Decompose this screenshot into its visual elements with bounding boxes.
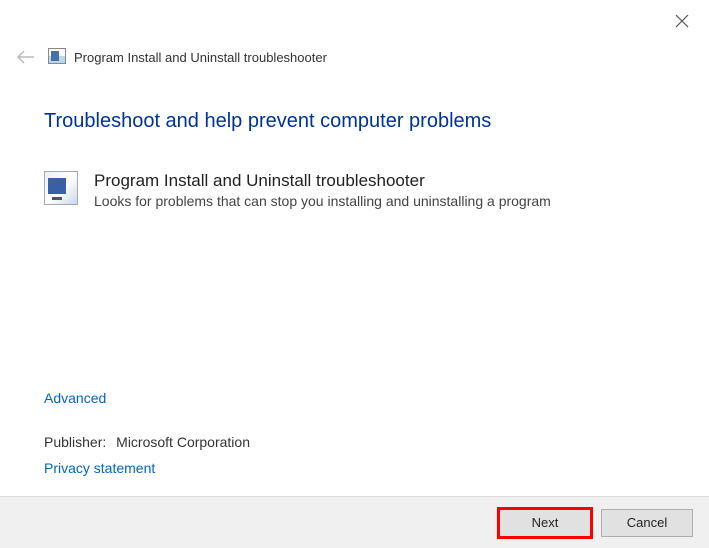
publisher-label: Publisher: [44,434,106,450]
close-button[interactable] [675,14,691,30]
page-heading: Troubleshoot and help prevent computer p… [44,110,665,133]
back-arrow-icon [16,50,36,64]
window-title: Program Install and Uninstall troublesho… [74,50,327,65]
troubleshooter-icon [44,171,78,205]
troubleshooter-title: Program Install and Uninstall troublesho… [94,171,665,191]
main-content: Troubleshoot and help prevent computer p… [44,110,665,209]
cancel-button[interactable]: Cancel [601,509,693,537]
publisher-info: Publisher: Microsoft Corporation [44,434,250,450]
footer-bar: Next Cancel [0,496,709,548]
privacy-statement-link[interactable]: Privacy statement [44,460,155,476]
back-button [16,50,36,70]
publisher-value: Microsoft Corporation [116,434,250,450]
header-app-icon [48,48,68,68]
close-icon [675,14,689,28]
next-button[interactable]: Next [499,509,591,537]
troubleshooter-text: Program Install and Uninstall troublesho… [94,171,665,209]
troubleshooter-description: Looks for problems that can stop you ins… [94,193,665,209]
troubleshooter-item: Program Install and Uninstall troublesho… [44,171,665,209]
advanced-link[interactable]: Advanced [44,390,106,406]
